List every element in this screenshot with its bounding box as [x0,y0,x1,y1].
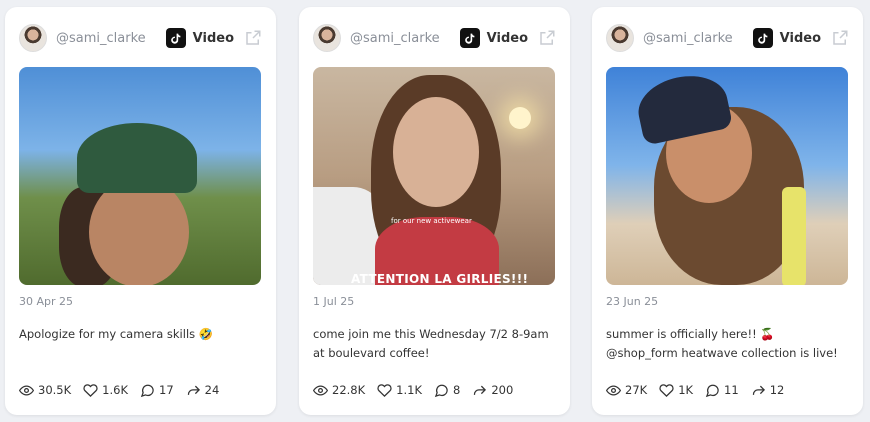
external-link-icon[interactable] [538,29,556,47]
external-link-icon[interactable] [831,29,849,47]
comments-count: 17 [159,383,174,397]
creator-handle[interactable]: @sami_clarke [56,31,166,46]
avatar[interactable] [19,24,47,52]
creator-handle[interactable]: @sami_clarke [643,31,753,46]
eye-icon [313,384,328,396]
video-overlay-text: for our new activewear [391,217,472,225]
card-header: @sami_clarke Video [313,23,556,53]
views-count: 27K [625,383,648,397]
shares-stat: 24 [186,383,220,398]
tiktok-icon [459,28,480,48]
heart-icon [83,383,98,397]
post-date: 1 Jul 25 [313,295,355,308]
shares-count: 24 [204,383,220,397]
comments-count: 8 [453,383,461,397]
likes-stat: 1.6K [83,383,128,398]
views-count: 30.5K [38,383,72,397]
likes-count: 1.6K [102,383,128,397]
platform-label: Video [486,30,528,46]
platform-label: Video [779,30,821,46]
post-thumbnail[interactable] [19,67,261,285]
post-stats: 22.8K 1.1K 8 200 [313,381,564,399]
comment-icon [705,384,719,397]
shares-count: 200 [491,383,514,397]
views-count: 22.8K [332,383,366,397]
platform-label: Video [192,30,234,46]
likes-count: 1K [678,383,694,397]
creator-handle[interactable]: @sami_clarke [350,31,460,46]
comments-count: 11 [724,383,739,397]
post-card[interactable]: @sami_clarke Video 30 Apr 25 Apologize f… [5,7,276,415]
eye-icon [19,384,34,396]
post-caption: summer is officially here!! 🍒 @shop_form… [606,327,838,360]
share-icon [474,385,487,395]
post-caption: come join me this Wednesday 7/2 8-9am at… [313,327,549,360]
eye-icon [606,384,621,396]
tiktok-icon [752,28,773,48]
shares-stat: 12 [751,383,785,398]
likes-stat: 1K [659,383,693,398]
heart-icon [659,383,674,397]
card-header: @sami_clarke Video [606,23,849,53]
views-stat: 27K [606,383,647,398]
post-card[interactable]: @sami_clarke Video 23 Jun 25 summer is o… [592,7,863,415]
avatar[interactable] [313,24,341,52]
avatar[interactable] [606,24,634,52]
comment-icon [140,384,154,397]
post-thumbnail[interactable]: for our new activewear ATTENTION LA GIRL… [313,67,555,285]
comments-stat: 11 [705,383,739,398]
post-date: 30 Apr 25 [19,295,74,308]
tiktok-icon [165,28,186,48]
post-grid: @sami_clarke Video 30 Apr 25 Apologize f… [0,0,870,422]
post-stats: 30.5K 1.6K 17 24 [19,381,270,399]
views-stat: 30.5K [19,383,71,398]
share-icon [187,385,200,395]
post-date: 23 Jun 25 [606,295,659,308]
views-stat: 22.8K [313,383,365,398]
card-header: @sami_clarke Video [19,23,262,53]
comment-icon [434,384,448,397]
post-card[interactable]: @sami_clarke Video for our new activewea… [299,7,570,415]
comments-stat: 8 [434,383,460,398]
post-thumbnail[interactable] [606,67,848,285]
video-overlay-title: ATTENTION LA GIRLIES!!! [351,272,529,285]
likes-count: 1.1K [396,383,422,397]
shares-stat: 200 [472,383,513,398]
shares-count: 12 [769,383,785,397]
comments-stat: 17 [140,383,174,398]
likes-stat: 1.1K [377,383,422,398]
share-icon [752,385,765,395]
external-link-icon[interactable] [244,29,262,47]
heart-icon [377,383,392,397]
post-stats: 27K 1K 11 12 [606,381,857,399]
post-caption: Apologize for my camera skills 🤣 [19,327,214,341]
